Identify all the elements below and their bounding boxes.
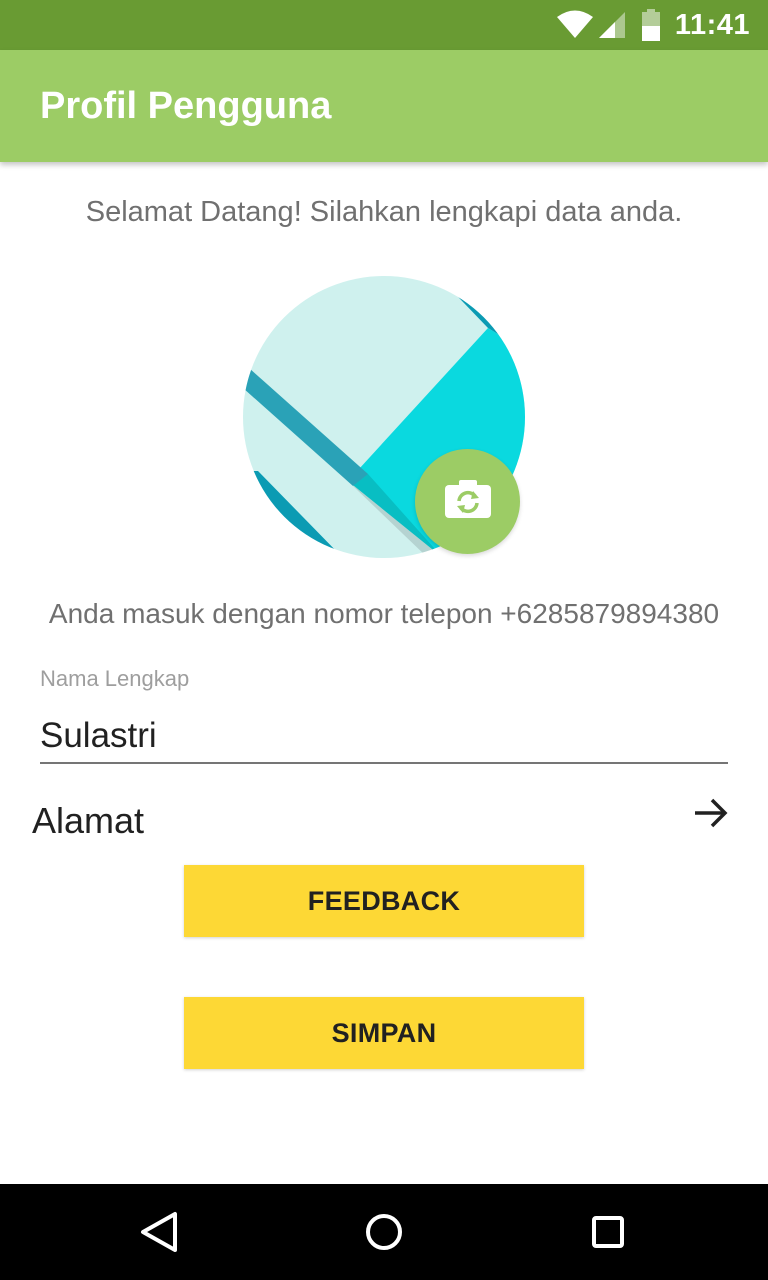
recents-icon (580, 1204, 636, 1260)
status-bar: 11:41 (0, 0, 768, 50)
cell-signal-icon (597, 10, 627, 40)
change-photo-button[interactable] (415, 449, 520, 554)
address-row[interactable]: Alamat (0, 786, 768, 856)
feedback-button[interactable]: FEEDBACK (184, 865, 584, 937)
address-label: Alamat (32, 800, 145, 841)
back-button[interactable] (132, 1204, 188, 1260)
name-field-label: Nama Lengkap (40, 666, 190, 691)
camera-switch-icon (444, 479, 492, 524)
recents-button[interactable] (580, 1204, 636, 1260)
welcome-text: Selamat Datang! Silahkan lengkapi data a… (85, 196, 683, 228)
wifi-icon (555, 10, 595, 40)
status-time: 11:41 (674, 8, 750, 41)
navigation-bar (0, 1184, 768, 1280)
app-bar: Profil Pengguna (0, 50, 768, 162)
name-field[interactable] (40, 710, 728, 764)
back-icon (132, 1204, 188, 1260)
home-button[interactable] (356, 1204, 412, 1260)
page-title: Profil Pengguna (40, 85, 332, 127)
phone-number-info: Anda masuk dengan nomor telepon +6285879… (48, 598, 720, 629)
save-button[interactable]: SIMPAN (184, 997, 584, 1069)
battery-icon (641, 9, 661, 41)
home-icon (356, 1204, 412, 1260)
status-icons: 11:41 (555, 0, 750, 50)
arrow-right-icon (690, 792, 732, 834)
